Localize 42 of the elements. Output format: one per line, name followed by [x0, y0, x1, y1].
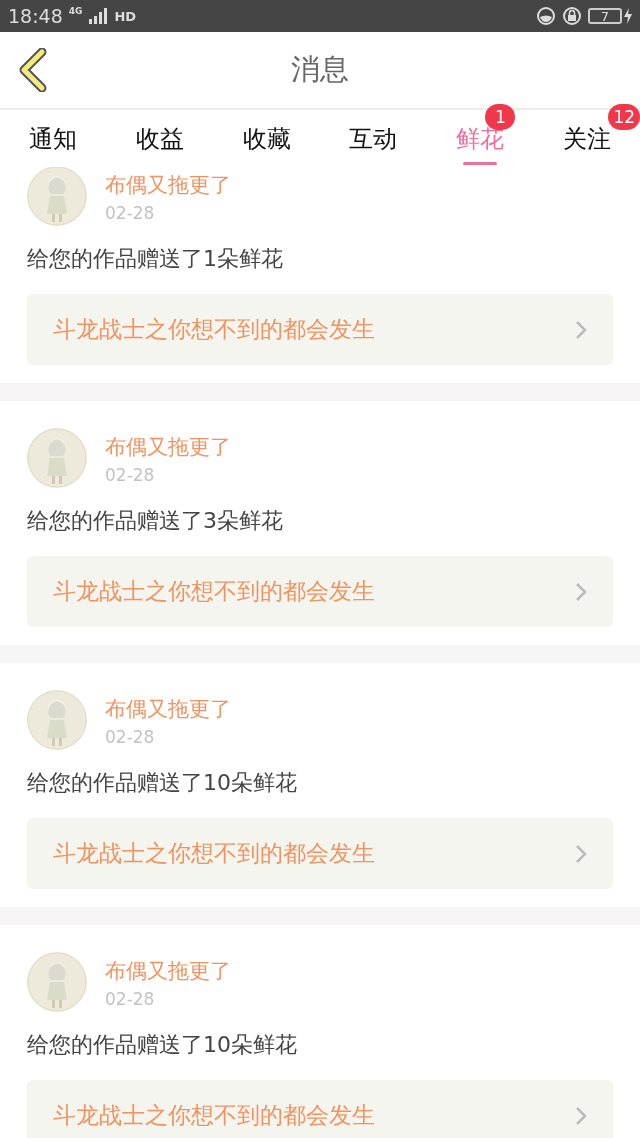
work-title: 斗龙战士之你想不到的都会发生: [53, 1101, 375, 1130]
user-name[interactable]: 布偶又拖更了: [105, 171, 231, 199]
page-title: 消息: [291, 51, 349, 88]
status-time: 18:48: [8, 5, 63, 27]
rotation-lock-icon: [562, 6, 582, 26]
tab[interactable]: 收藏: [213, 110, 320, 167]
tab[interactable]: 收益: [106, 110, 214, 167]
chevron-right-icon: [575, 843, 587, 864]
battery-level: 7: [588, 8, 622, 24]
tab[interactable]: 互动: [320, 110, 427, 167]
message-date: 02-28: [105, 989, 156, 1009]
work-link[interactable]: 斗龙战士之你想不到的都会发生: [27, 818, 613, 889]
user-name[interactable]: 布偶又拖更了: [105, 433, 231, 461]
chevron-right-icon: [575, 1105, 587, 1126]
back-icon[interactable]: [18, 48, 48, 92]
tab[interactable]: 通知: [0, 110, 107, 167]
message-date: 02-28: [105, 465, 156, 485]
work-title: 斗龙战士之你想不到的都会发生: [53, 577, 375, 606]
network-label: 4G: [68, 6, 83, 16]
message-date: 02-28: [105, 203, 156, 223]
work-title: 斗龙战士之你想不到的都会发生: [53, 839, 375, 868]
work-link[interactable]: 斗龙战士之你想不到的都会发生: [27, 1080, 613, 1138]
user-name[interactable]: 布偶又拖更了: [105, 695, 231, 723]
message-text: 给您的作品赠送了3朵鲜花: [27, 507, 284, 535]
avatar[interactable]: [27, 690, 87, 750]
work-link[interactable]: 斗龙战士之你想不到的都会发生: [27, 294, 613, 365]
avatar[interactable]: [27, 952, 87, 1012]
message-text: 给您的作品赠送了1朵鲜花: [27, 245, 284, 273]
status-icon: [536, 6, 556, 26]
message-text: 给您的作品赠送了10朵鲜花: [27, 1031, 298, 1059]
message-text: 给您的作品赠送了10朵鲜花: [27, 769, 298, 797]
user-name[interactable]: 布偶又拖更了: [105, 957, 231, 985]
hd-label: HD: [114, 8, 137, 24]
avatar[interactable]: [27, 428, 87, 488]
chevron-right-icon: [575, 319, 587, 340]
unread-count: 12: [608, 104, 640, 130]
chevron-right-icon: [575, 581, 587, 602]
work-title: 斗龙战士之你想不到的都会发生: [53, 315, 375, 344]
signal-icon: [88, 8, 109, 24]
avatar[interactable]: [27, 167, 87, 226]
message-date: 02-28: [105, 727, 156, 747]
work-link[interactable]: 斗龙战士之你想不到的都会发生: [27, 556, 613, 627]
